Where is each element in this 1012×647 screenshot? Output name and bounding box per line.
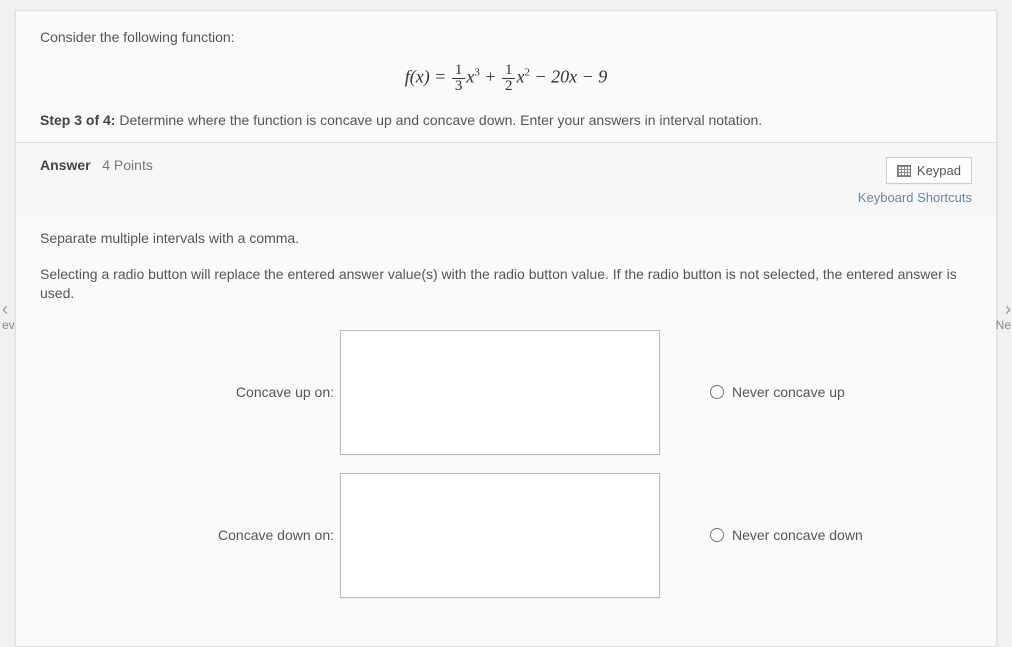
frac1-den: 3 (452, 79, 466, 94)
never-concave-up-label: Never concave up (732, 384, 845, 400)
instruction-line-2: Selecting a radio button will replace th… (40, 265, 972, 304)
keypad-label: Keypad (917, 163, 961, 178)
next-nav[interactable]: › Ne (996, 300, 1012, 332)
step-label: Step 3 of 4: (40, 112, 115, 128)
concave-up-label: Concave up on: (40, 384, 340, 400)
prev-label: ev (2, 318, 15, 332)
never-concave-up-option[interactable]: Never concave up (660, 384, 845, 400)
keypad-button[interactable]: Keypad (886, 157, 972, 184)
fraction-1: 13 (452, 63, 466, 94)
never-concave-up-radio[interactable] (710, 385, 724, 399)
formula-plus: + (480, 67, 501, 87)
fraction-2: 12 (502, 63, 516, 94)
instructions: Separate multiple intervals with a comma… (16, 215, 996, 304)
concave-up-input[interactable] (340, 330, 660, 455)
prev-nav[interactable]: ‹ ev (0, 300, 15, 332)
question-formula: f(x) = 13x3 + 12x2 − 20x − 9 (40, 45, 972, 112)
answer-points: 4 Points (102, 157, 153, 173)
formula-fx: f(x) = (405, 67, 451, 87)
question-card: Consider the following function: f(x) = … (15, 10, 997, 647)
frac2-den: 2 (502, 79, 516, 94)
next-label: Ne (996, 318, 1011, 332)
frac2-num: 1 (502, 63, 516, 79)
never-concave-down-option[interactable]: Never concave down (660, 527, 863, 543)
concave-down-label: Concave down on: (40, 527, 340, 543)
never-concave-down-radio[interactable] (710, 528, 724, 542)
frac1-num: 1 (452, 63, 466, 79)
concave-up-row: Concave up on: Never concave up (40, 330, 972, 455)
step-line: Step 3 of 4: Determine where the functio… (40, 112, 972, 128)
chevron-left-icon: ‹ (2, 300, 8, 318)
step-text: Determine where the function is concave … (115, 112, 762, 128)
never-concave-down-label: Never concave down (732, 527, 863, 543)
formula-tail: − 20x − 9 (530, 67, 607, 87)
input-grid: Concave up on: Never concave up Concave … (16, 320, 996, 646)
concave-down-input[interactable] (340, 473, 660, 598)
concave-down-row: Concave down on: Never concave down (40, 473, 972, 598)
chevron-right-icon: › (1005, 300, 1011, 318)
answer-label: Answer (40, 157, 91, 173)
question-section: Consider the following function: f(x) = … (16, 11, 996, 142)
answer-bar: Answer 4 Points Keypad Keyboard Shortcut… (16, 142, 996, 215)
keyboard-shortcuts-link[interactable]: Keyboard Shortcuts (858, 190, 972, 205)
answer-right: Keypad Keyboard Shortcuts (858, 157, 972, 205)
answer-left: Answer 4 Points (40, 157, 153, 173)
keypad-icon (897, 165, 911, 177)
instruction-line-1: Separate multiple intervals with a comma… (40, 229, 972, 249)
question-prompt: Consider the following function: (40, 29, 972, 45)
